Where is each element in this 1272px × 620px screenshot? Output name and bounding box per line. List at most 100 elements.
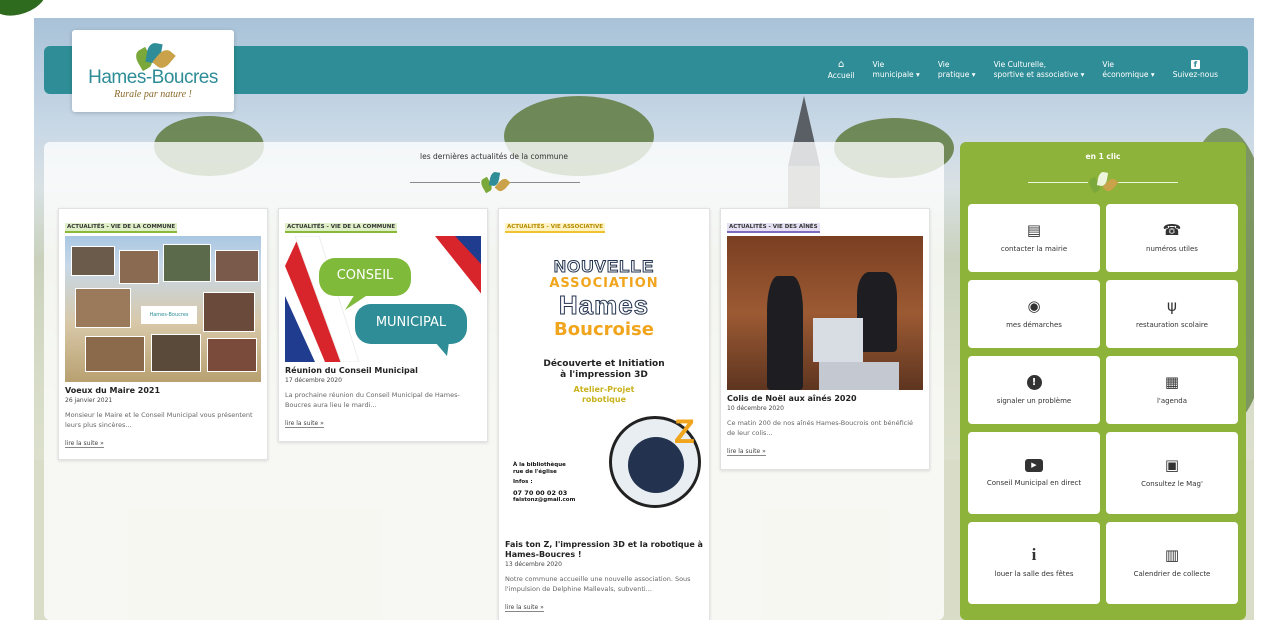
tile-label: restauration scolaire <box>1136 321 1208 329</box>
fais-ton-z-badge-icon: Z <box>609 413 701 508</box>
tile-label: Conseil Municipal en direct <box>986 478 1082 487</box>
card-title[interactable]: Colis de Noël aux aînés 2020 <box>727 394 923 404</box>
nav-label: sportive et associative ▾ <box>993 70 1085 79</box>
poster-line: Boucroise <box>554 319 654 340</box>
logo-tagline: Rurale par nature ! <box>114 88 192 100</box>
tile-label: louer la salle des fêtes <box>994 570 1074 578</box>
poster-line: à l'impression 3D <box>560 370 648 380</box>
contact-card-icon: ▤ <box>1026 221 1042 239</box>
nav-label: Accueil <box>827 70 855 80</box>
info-icon: i <box>1031 545 1037 564</box>
tile-label: mes démarches <box>1006 321 1062 329</box>
tile-calendrier-collecte[interactable]: ▥ Calendrier de collecte <box>1106 522 1238 604</box>
poster-email: faistonz@gmail.com <box>513 497 576 503</box>
quick-access-title: en 1 clic <box>1085 152 1121 161</box>
news-section-title: les dernières actualités de la commune <box>420 152 568 161</box>
bubble-text: CONSEIL <box>336 268 394 283</box>
poster-info: Infos : <box>513 479 533 485</box>
card-excerpt: La prochaine réunion du Conseil Municipa… <box>285 391 460 409</box>
site-logo[interactable]: Hames-Boucres Rurale par nature ! <box>72 30 234 112</box>
card-category: ACTUALITÉS - VIE ASSOCIATIVE <box>505 223 606 233</box>
nav-item-accueil[interactable]: ⌂ Accueil <box>827 58 855 81</box>
calendar-icon: ▦ <box>1164 373 1180 391</box>
card-image-badge: Hames-Boucres <box>141 306 197 324</box>
news-card[interactable]: ACTUALITÉS - VIE DE LA COMMUNE Hames-Bou… <box>58 208 268 460</box>
nav-item-vie-pratique[interactable]: Vie pratique ▾ <box>938 60 976 80</box>
nav-label: économique ▾ <box>1102 70 1155 79</box>
card-excerpt: Ce matin 200 de nos aînés Hames-Boucrois… <box>727 419 914 437</box>
read-more-link[interactable]: lire la suite » <box>285 420 324 428</box>
read-more-link[interactable]: lire la suite » <box>505 604 544 612</box>
page: ⌂ Accueil Vie municipale ▾ Vie pratique … <box>0 0 1272 620</box>
news-card[interactable]: ACTUALITÉS - VIE DE LA COMMUNE CONSEIL M… <box>278 208 488 442</box>
trash-icon: ▥ <box>1164 546 1180 564</box>
bubble-text: MUNICIPAL <box>375 315 447 330</box>
nav-label: Suivez-nous <box>1172 70 1218 79</box>
card-image <box>727 236 923 390</box>
card-excerpt: Notre commune accueille une nouvelle ass… <box>505 575 691 593</box>
poster-line: Hames <box>558 290 650 320</box>
card-image: Hames-Boucres <box>65 236 261 382</box>
cutlery-icon: ψ <box>1167 297 1177 315</box>
tile-louer-la-salle[interactable]: i louer la salle des fêtes <box>968 522 1100 604</box>
tile-restauration-scolaire[interactable]: ψ restauration scolaire <box>1106 280 1238 348</box>
news-panel: les dernières actualités de la commune A… <box>44 142 944 620</box>
nav-label-top: Vie <box>937 60 950 69</box>
leaf-separator-icon <box>1087 171 1119 194</box>
read-more-link[interactable]: lire la suite » <box>65 440 104 448</box>
nav-label: pratique ▾ <box>937 70 976 79</box>
nav-item-vie-municipale[interactable]: Vie municipale ▾ <box>873 60 920 80</box>
association-poster: NOUVELLE ASSOCIATION Hames Boucroise Déc… <box>505 236 703 536</box>
nav-item-vie-culturelle[interactable]: Vie Culturelle, sportive et associative … <box>994 60 1085 80</box>
youtube-icon: ▶ <box>1025 458 1043 472</box>
tile-label: Consultez le Mag' <box>1141 480 1203 488</box>
facebook-icon: f <box>1190 60 1200 69</box>
tile-numeros-utiles[interactable]: ☎ numéros utiles <box>1106 204 1238 272</box>
nav-label-top: Vie <box>872 60 885 69</box>
news-card[interactable]: ACTUALITÉS - VIE ASSOCIATIVE NOUVELLE AS… <box>498 208 710 620</box>
poster-line: Atelier-Projet <box>573 385 635 394</box>
card-date: 17 décembre 2020 <box>285 377 342 384</box>
logo-name: Hames-Boucres <box>88 66 218 88</box>
leaf-logo-icon <box>132 41 176 71</box>
card-category: ACTUALITÉS - VIE DE LA COMMUNE <box>285 223 398 233</box>
nav-item-vie-economique[interactable]: Vie économique ▾ <box>1102 60 1154 80</box>
tile-label: l'agenda <box>1156 397 1188 405</box>
divider <box>1118 182 1178 183</box>
poster-location: rue de l'église <box>513 469 557 475</box>
magazine-icon: ▣ <box>1164 456 1180 474</box>
mouse-icon: ◉ <box>1027 297 1041 315</box>
card-excerpt: Monsieur le Maire et le Conseil Municipa… <box>65 411 253 429</box>
tile-mes-demarches[interactable]: ◉ mes démarches <box>968 280 1100 348</box>
quick-access-panel: en 1 clic ▤ contacter la mairie ☎ numéro… <box>960 142 1246 620</box>
tile-label: signaler un problème <box>996 396 1072 405</box>
nav-label-top: Vie <box>1102 60 1115 69</box>
tile-consultez-le-mag[interactable]: ▣ Consultez le Mag' <box>1106 432 1238 514</box>
poster-location: À la bibliothèque <box>513 462 566 468</box>
nav-menu: ⌂ Accueil Vie municipale ▾ Vie pratique … <box>828 46 1218 94</box>
news-card[interactable]: ACTUALITÉS - VIE DES AÎNÉS Colis de Noël… <box>720 208 930 470</box>
divider <box>510 182 580 183</box>
tile-signaler-un-probleme[interactable]: ! signaler un problème <box>968 356 1100 424</box>
tile-contacter-la-mairie[interactable]: ▤ contacter la mairie <box>968 204 1100 272</box>
card-title[interactable]: Voeux du Maire 2021 <box>65 386 261 396</box>
nav-item-suivez-nous[interactable]: f Suivez-nous <box>1173 60 1218 80</box>
card-date: 13 décembre 2020 <box>505 561 562 568</box>
card-date: 10 décembre 2020 <box>727 405 784 412</box>
home-icon: ⌂ <box>837 58 845 70</box>
card-title[interactable]: Fais ton Z, l'impression 3D et la roboti… <box>505 540 703 560</box>
poster-line: Découverte et Initiation <box>543 359 665 369</box>
leaf-separator-icon <box>479 171 511 194</box>
phone-book-icon: ☎ <box>1162 221 1182 239</box>
card-category: ACTUALITÉS - VIE DES AÎNÉS <box>727 223 820 233</box>
card-title[interactable]: Réunion du Conseil Municipal <box>285 366 481 376</box>
poster-line: robotique <box>581 395 627 404</box>
tile-agenda[interactable]: ▦ l'agenda <box>1106 356 1238 424</box>
tile-conseil-municipal-direct[interactable]: ▶ Conseil Municipal en direct <box>968 432 1100 514</box>
read-more-link[interactable]: lire la suite » <box>727 448 766 456</box>
card-date: 26 janvier 2021 <box>65 397 113 404</box>
nav-label: municipale ▾ <box>872 70 920 79</box>
alert-icon: ! <box>1026 374 1042 390</box>
tile-label: numéros utiles <box>1146 245 1198 253</box>
poster-line: ASSOCIATION <box>549 276 659 291</box>
